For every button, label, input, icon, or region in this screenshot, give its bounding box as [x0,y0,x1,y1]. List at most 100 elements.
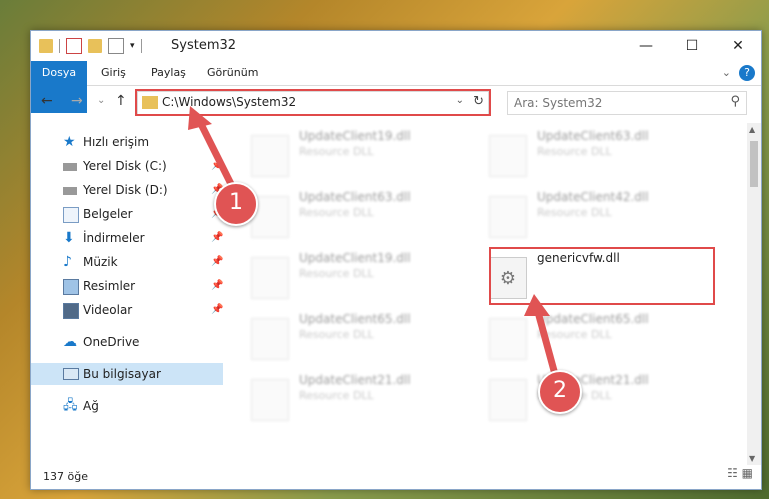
up-button[interactable]: ↑ [115,93,127,109]
sidebar-item-videos[interactable]: Videolar 📌 [31,299,223,321]
sidebar-item-documents[interactable]: Belgeler 📌 [31,203,223,225]
file-list: UpdateClient19.dll Resource DLL UpdateCl… [231,123,747,465]
recent-locations-button[interactable]: ⌄ [97,95,105,106]
list-item[interactable]: UpdateClient65.dll Resource DLL [231,312,461,364]
tab-share[interactable]: Paylaş [141,61,196,85]
file-name: UpdateClient19.dll [299,129,411,143]
file-description: Resource DLL [299,145,374,158]
forward-button[interactable]: → [71,93,83,109]
scroll-up-icon[interactable]: ▲ [749,125,755,134]
pin-icon[interactable]: 📌 [211,227,223,249]
pin-icon[interactable]: 📌 [211,155,223,177]
sidebar-item-label: İndirmeler [83,231,145,245]
list-item[interactable]: UpdateClient19.dll Resource DLL [231,129,461,181]
maximize-button[interactable]: ☐ [669,31,715,61]
expand-ribbon-icon[interactable]: ⌄ [722,66,731,79]
file-description: Resource DLL [299,206,374,219]
dll-file-icon [489,379,527,421]
status-bar: 137 öğe ☷ ▦ [31,465,761,489]
sidebar-item-label: Belgeler [83,207,133,221]
download-icon: ⬇ [63,230,75,246]
navigation-bar: ← → ⌄ ↑ C:\Windows\System32 ⌄ ↻ ⚲ [31,87,761,117]
dll-file-icon [489,135,527,177]
list-item[interactable]: UpdateClient63.dll Resource DLL [469,129,699,181]
cloud-icon: ☁ [63,334,77,350]
file-name: UpdateClient65.dll [299,312,411,326]
file-highlight-box [489,247,715,305]
sidebar-item-onedrive[interactable]: ☁ OneDrive [31,331,223,353]
file-name: UpdateClient63.dll [537,129,649,143]
list-item[interactable]: UpdateClient42.dll Resource DLL [469,190,699,242]
back-button[interactable]: ← [41,93,53,109]
sidebar-item-this-pc[interactable]: Bu bilgisayar [31,363,223,385]
file-name: UpdateClient65.dll [537,312,649,326]
sidebar-item-local-disk-d[interactable]: Yerel Disk (D:) 📌 [31,179,223,201]
tab-home[interactable]: Giriş [91,61,136,85]
close-button[interactable]: ✕ [715,31,761,61]
pictures-icon [63,279,79,295]
documents-icon [63,207,79,223]
quick-access-toolbar: ▾ [39,38,142,54]
sidebar-item-downloads[interactable]: ⬇ İndirmeler 📌 [31,227,223,249]
pin-icon[interactable]: 📌 [211,251,223,273]
dll-file-icon [251,257,289,299]
sidebar-item-network[interactable]: 🖧 Ağ [31,395,223,417]
scroll-thumb[interactable] [750,141,758,187]
file-description: Resource DLL [299,328,374,341]
view-toggle-icons[interactable]: ☷ ▦ [727,461,753,485]
ribbon-tabs: Dosya Giriş Paylaş Görünüm ⌄ ? [31,61,761,113]
file-name: UpdateClient19.dll [299,251,411,265]
pin-icon[interactable]: 📌 [211,299,223,321]
drive-icon [63,163,77,171]
customize-qat-icon[interactable]: ▾ [130,41,135,51]
dll-file-icon [251,135,289,177]
folder-icon[interactable] [39,39,53,53]
explorer-window: ▾ System32 — ☐ ✕ Dosya Giriş Paylaş Görü… [30,30,762,490]
sidebar-item-label: Yerel Disk (D:) [83,183,168,197]
file-description: Resource DLL [537,206,612,219]
title-bar: ▾ System32 — ☐ ✕ [31,31,761,61]
separator [140,39,142,53]
file-name: UpdateClient42.dll [537,190,649,204]
tab-view[interactable]: Görünüm [197,61,268,85]
sidebar-item-label: Bu bilgisayar [83,367,161,381]
file-name: UpdateClient21.dll [299,373,411,387]
file-description: Resource DLL [299,389,374,402]
sidebar-item-pictures[interactable]: Resimler 📌 [31,275,223,297]
new-folder-icon[interactable] [88,39,102,53]
file-description: Resource DLL [537,145,612,158]
help-icon[interactable]: ? [739,65,755,81]
sidebar-item-label: Müzik [83,255,118,269]
videos-icon [63,303,79,319]
properties-icon[interactable] [66,38,82,54]
dll-file-icon [489,196,527,238]
sidebar-item-music[interactable]: ♪ Müzik 📌 [31,251,223,273]
dll-file-icon [251,379,289,421]
sidebar-item-local-disk-c[interactable]: Yerel Disk (C:) 📌 [31,155,223,177]
sidebar-item-label: Hızlı erişim [83,135,150,149]
search-icon[interactable]: ⚲ [730,94,740,109]
file-name: UpdateClient63.dll [299,190,411,204]
sidebar-item-quick-access[interactable]: ★ Hızlı erişim [31,131,223,153]
pin-icon[interactable]: 📌 [211,275,223,297]
drive-icon [63,187,77,195]
list-item[interactable]: UpdateClient19.dll Resource DLL [231,251,461,303]
list-item[interactable]: UpdateClient63.dll Resource DLL [231,190,461,242]
minimize-button[interactable]: — [623,31,669,61]
star-icon: ★ [63,134,76,150]
dll-file-icon [251,318,289,360]
window-title: System32 [171,38,237,53]
list-item[interactable]: UpdateClient21.dll Resource DLL [231,373,461,425]
search-box[interactable]: ⚲ [507,91,747,115]
sidebar-item-label: Yerel Disk (C:) [83,159,167,173]
vertical-scrollbar[interactable]: ▲ ▼ [747,123,761,465]
search-input[interactable] [512,92,716,114]
view-options-icon[interactable] [108,38,124,54]
file-description: Resource DLL [537,328,612,341]
computer-icon [63,368,79,380]
music-icon: ♪ [63,254,72,270]
sidebar-item-label: Videolar [83,303,133,317]
sidebar-item-label: Ağ [83,399,99,413]
list-item[interactable]: UpdateClient65.dll Resource DLL [469,312,699,364]
list-item[interactable]: UpdateClient21.dll Resource DLL [469,373,699,425]
